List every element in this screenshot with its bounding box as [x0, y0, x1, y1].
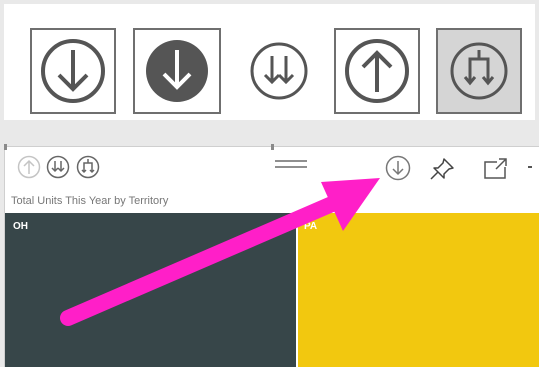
drill-down-button-filled[interactable] [133, 28, 221, 114]
visual-title: Total Units This Year by Territory [11, 195, 169, 207]
pin-icon[interactable] [429, 157, 455, 181]
treemap-visual[interactable]: Total Units This Year by Territory OH PA [4, 144, 539, 367]
more-options-icon[interactable] [527, 163, 535, 171]
resize-handle-middle[interactable] [271, 144, 274, 150]
drill-down-icon [41, 39, 105, 103]
treemap-tile[interactable]: OH [5, 213, 296, 367]
treemap-area[interactable]: OH PA [5, 213, 539, 367]
expand-next-level-button-hover[interactable] [436, 28, 522, 114]
drill-down-icon[interactable] [385, 155, 411, 181]
drill-down-icon [146, 40, 208, 102]
expand-next-level-icon[interactable] [76, 155, 100, 179]
focus-mode-icon[interactable] [483, 157, 509, 181]
visual-drag-grip[interactable] [275, 160, 307, 172]
treemap-tile[interactable]: PA [298, 213, 539, 367]
drill-up-button-active[interactable] [334, 28, 420, 114]
drill-up-icon[interactable] [17, 155, 41, 179]
expand-all-down-icon [250, 42, 308, 100]
resize-handle-left[interactable] [4, 144, 7, 150]
expand-all-down-icon[interactable] [46, 155, 70, 179]
expand-all-down-button[interactable] [236, 28, 322, 114]
drill-up-icon [345, 39, 409, 103]
icon-legend-panel [4, 4, 535, 120]
drill-down-button-active[interactable] [30, 28, 116, 114]
expand-next-level-icon [450, 42, 508, 100]
tile-label: PA [304, 221, 318, 232]
tile-label: OH [13, 221, 28, 232]
